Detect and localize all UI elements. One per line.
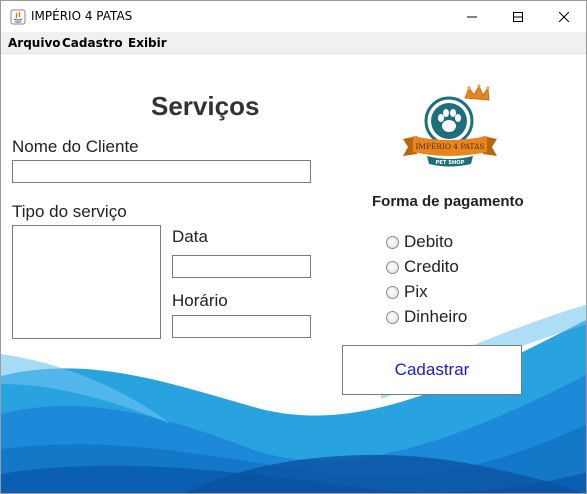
- menu-exibir[interactable]: Exibir: [128, 36, 167, 50]
- close-icon: [559, 11, 569, 22]
- java-app-icon: [10, 9, 26, 25]
- payment-option-debito[interactable]: Debito: [386, 232, 453, 252]
- radio-button-icon[interactable]: [386, 260, 399, 274]
- payment-option-label: Credito: [404, 257, 459, 276]
- app-window: IMPÉRIO 4 PATAS Arquivo Cadastro Exibir …: [0, 0, 587, 494]
- title-bar: IMPÉRIO 4 PATAS: [1, 1, 586, 32]
- minimize-btn[interactable]: [449, 1, 495, 32]
- close-button[interactable]: [541, 1, 586, 32]
- service-type-label: Tipo do serviço: [12, 202, 127, 221]
- payment-option-pix[interactable]: Pix: [386, 282, 428, 302]
- payment-option-dinheiro[interactable]: Dinheiro: [386, 307, 467, 327]
- radio-button-icon[interactable]: [386, 235, 399, 249]
- cadastrar-button[interactable]: Cadastrar: [342, 345, 522, 395]
- payment-option-credito[interactable]: Credito: [386, 257, 459, 277]
- page-title: Serviços: [151, 91, 260, 121]
- minimize-glyph-icon: [467, 16, 477, 17]
- client-name-label: Nome do Cliente: [12, 137, 139, 156]
- maximize-button[interactable]: [495, 1, 541, 32]
- payment-option-label: Pix: [404, 282, 428, 301]
- time-label: Horário: [172, 291, 228, 310]
- client-name-input[interactable]: [12, 160, 311, 183]
- payment-option-label: Debito: [404, 232, 454, 251]
- imperio-logo: IMPÉRIO 4 PATAS PET SHOP: [403, 84, 497, 167]
- logo-banner-text: IMPÉRIO 4 PATAS: [416, 142, 485, 151]
- date-input[interactable]: [172, 255, 311, 278]
- form-panel: Serviços Nome do Cliente Tipo do serviço…: [1, 54, 586, 493]
- service-type-textarea[interactable]: [12, 225, 161, 339]
- menu-bar: Arquivo Cadastro Exibir: [1, 32, 586, 54]
- logo-subtext: PET SHOP: [436, 160, 465, 166]
- payment-option-label: Dinheiro: [404, 307, 468, 326]
- date-label: Data: [172, 227, 208, 246]
- time-input[interactable]: [172, 315, 311, 338]
- window-title: IMPÉRIO 4 PATAS: [31, 9, 133, 23]
- menu-arquivo[interactable]: Arquivo: [8, 36, 61, 50]
- maximize-icon: [513, 11, 523, 22]
- radio-button-icon[interactable]: [386, 310, 399, 324]
- radio-button-icon[interactable]: [386, 285, 399, 299]
- payment-title: Forma de pagamento: [372, 193, 524, 210]
- menu-cadastro[interactable]: Cadastro: [62, 36, 123, 50]
